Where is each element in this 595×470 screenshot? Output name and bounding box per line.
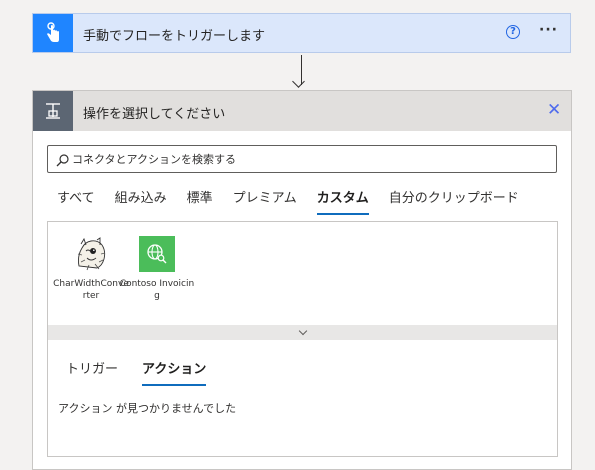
touch-icon xyxy=(33,14,73,52)
tab-actions[interactable]: アクション xyxy=(142,358,207,386)
tab-custom[interactable]: カスタム xyxy=(316,187,369,215)
tab-my-clipboard[interactable]: 自分のクリップボード xyxy=(389,187,519,215)
connector-tabs: すべて 組み込み 標準 プレミアム カスタム 自分のクリップボード xyxy=(57,187,539,215)
help-icon[interactable]: ? xyxy=(506,25,520,39)
charwidthconverter-logo-icon xyxy=(73,236,109,272)
search-box[interactable] xyxy=(47,145,557,173)
tab-all[interactable]: すべて xyxy=(57,187,95,215)
tab-triggers[interactable]: トリガー xyxy=(66,358,118,386)
arrow-down-icon xyxy=(292,75,305,88)
more-options-icon[interactable]: ··· xyxy=(539,22,558,38)
action-title: 操作を選択してください xyxy=(83,107,226,122)
operation-icon xyxy=(33,91,73,131)
connector-panel: CharWidthConverter Contoso Invoicing トリガ… xyxy=(47,221,558,457)
expand-toggle[interactable] xyxy=(48,325,557,340)
chevron-down-icon xyxy=(298,326,307,336)
trigger-card[interactable]: 手動でフローをトリガーします ? ··· xyxy=(32,13,571,53)
close-icon[interactable]: ✕ xyxy=(547,100,561,120)
tab-premium[interactable]: プレミアム xyxy=(233,187,297,215)
search-icon xyxy=(56,152,69,171)
search-input[interactable] xyxy=(72,149,542,169)
tab-standard[interactable]: 標準 xyxy=(187,187,213,215)
trigger-action-tabs: トリガー アクション xyxy=(66,358,230,386)
contoso-invoicing-icon xyxy=(139,236,175,272)
connector-label: Contoso Invoicing xyxy=(119,279,195,301)
empty-message: アクション が見つかりませんでした xyxy=(58,402,237,415)
tab-built-in[interactable]: 組み込み xyxy=(115,187,167,215)
connector-contoso-invoicing[interactable]: Contoso Invoicing xyxy=(118,236,196,302)
trigger-title: 手動でフローをトリガーします xyxy=(83,29,266,44)
action-card: 操作を選択してください ✕ すべて 組み込み 標準 プレミアム カスタム 自分の… xyxy=(32,90,572,470)
action-header[interactable]: 操作を選択してください ✕ xyxy=(33,91,571,131)
